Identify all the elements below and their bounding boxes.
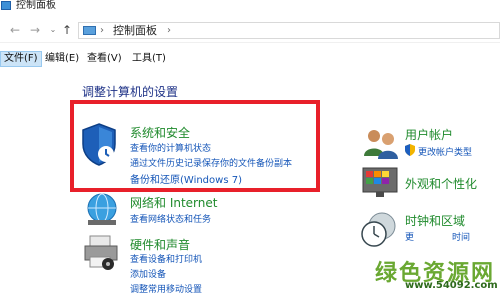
breadcrumb-separator[interactable]: ›	[100, 23, 104, 38]
forward-arrow-icon[interactable]: →	[28, 22, 42, 38]
address-field[interactable]: › 控制面板 ›	[78, 22, 500, 39]
link-view-devices-printers[interactable]: 查看设备和打印机	[130, 252, 202, 265]
breadcrumb-separator[interactable]: ›	[167, 23, 171, 38]
control-panel-icon	[1, 1, 11, 10]
appearance-palette-icon	[362, 167, 398, 197]
link-change-account-type[interactable]: 更改帐户类型	[418, 145, 472, 158]
page-heading: 调整计算机的设置	[82, 85, 179, 99]
network-globe-icon	[87, 193, 117, 225]
up-arrow-icon[interactable]: ↑	[60, 22, 74, 38]
window-title: 控制面板	[16, 0, 56, 11]
link-time-format[interactable]: 时间	[452, 230, 470, 243]
category-clock-region-title[interactable]: 时钟和区域	[405, 212, 465, 229]
category-appearance-title[interactable]: 外观和个性化	[405, 175, 477, 192]
category-hardware-sound-title[interactable]: 硬件和声音	[130, 236, 190, 253]
link-add-device[interactable]: 添加设备	[130, 267, 166, 280]
breadcrumb-control-panel[interactable]: 控制面板	[113, 23, 157, 38]
watermark: 绿色资源网 www.54092.com	[375, 255, 500, 293]
recent-locations-chevron-icon[interactable]: ⌄	[46, 22, 60, 38]
category-user-accounts-title[interactable]: 用户帐户	[405, 126, 453, 143]
uac-shield-icon	[405, 144, 415, 156]
user-accounts-icon	[364, 130, 398, 159]
link-view-computer-status[interactable]: 查看你的计算机状态	[130, 141, 211, 154]
category-system-security-title[interactable]: 系统和安全	[130, 124, 190, 141]
back-arrow-icon[interactable]: ←	[8, 22, 22, 38]
menu-tools[interactable]: 工具(T)	[129, 51, 169, 67]
address-bar: ← → ⌄ ↑ › 控制面板 ›	[0, 17, 500, 43]
control-panel-icon	[83, 26, 96, 35]
link-view-network-status[interactable]: 查看网络状态和任务	[130, 212, 211, 225]
link-change-date-time[interactable]: 更	[405, 230, 414, 243]
menu-file[interactable]: 文件(F)	[0, 51, 42, 67]
link-file-history-backup[interactable]: 通过文件历史记录保存你的文件备份副本	[130, 156, 292, 169]
clock-globe-icon	[361, 212, 396, 247]
menu-edit[interactable]: 编辑(E)	[42, 51, 82, 67]
menu-bar: 文件(F) 编辑(E) 查看(V) 工具(T)	[0, 51, 500, 67]
title-bar: 控制面板	[0, 0, 500, 14]
menu-view[interactable]: 查看(V)	[84, 51, 125, 67]
shield-icon	[82, 123, 116, 166]
category-network-internet-title[interactable]: 网络和 Internet	[130, 194, 217, 211]
printer-icon	[84, 235, 118, 270]
watermark-url: www.54092.com	[405, 280, 498, 291]
link-backup-restore[interactable]: 备份和还原(Windows 7)	[130, 171, 242, 186]
link-mobility-settings[interactable]: 调整常用移动设置	[130, 282, 202, 293]
